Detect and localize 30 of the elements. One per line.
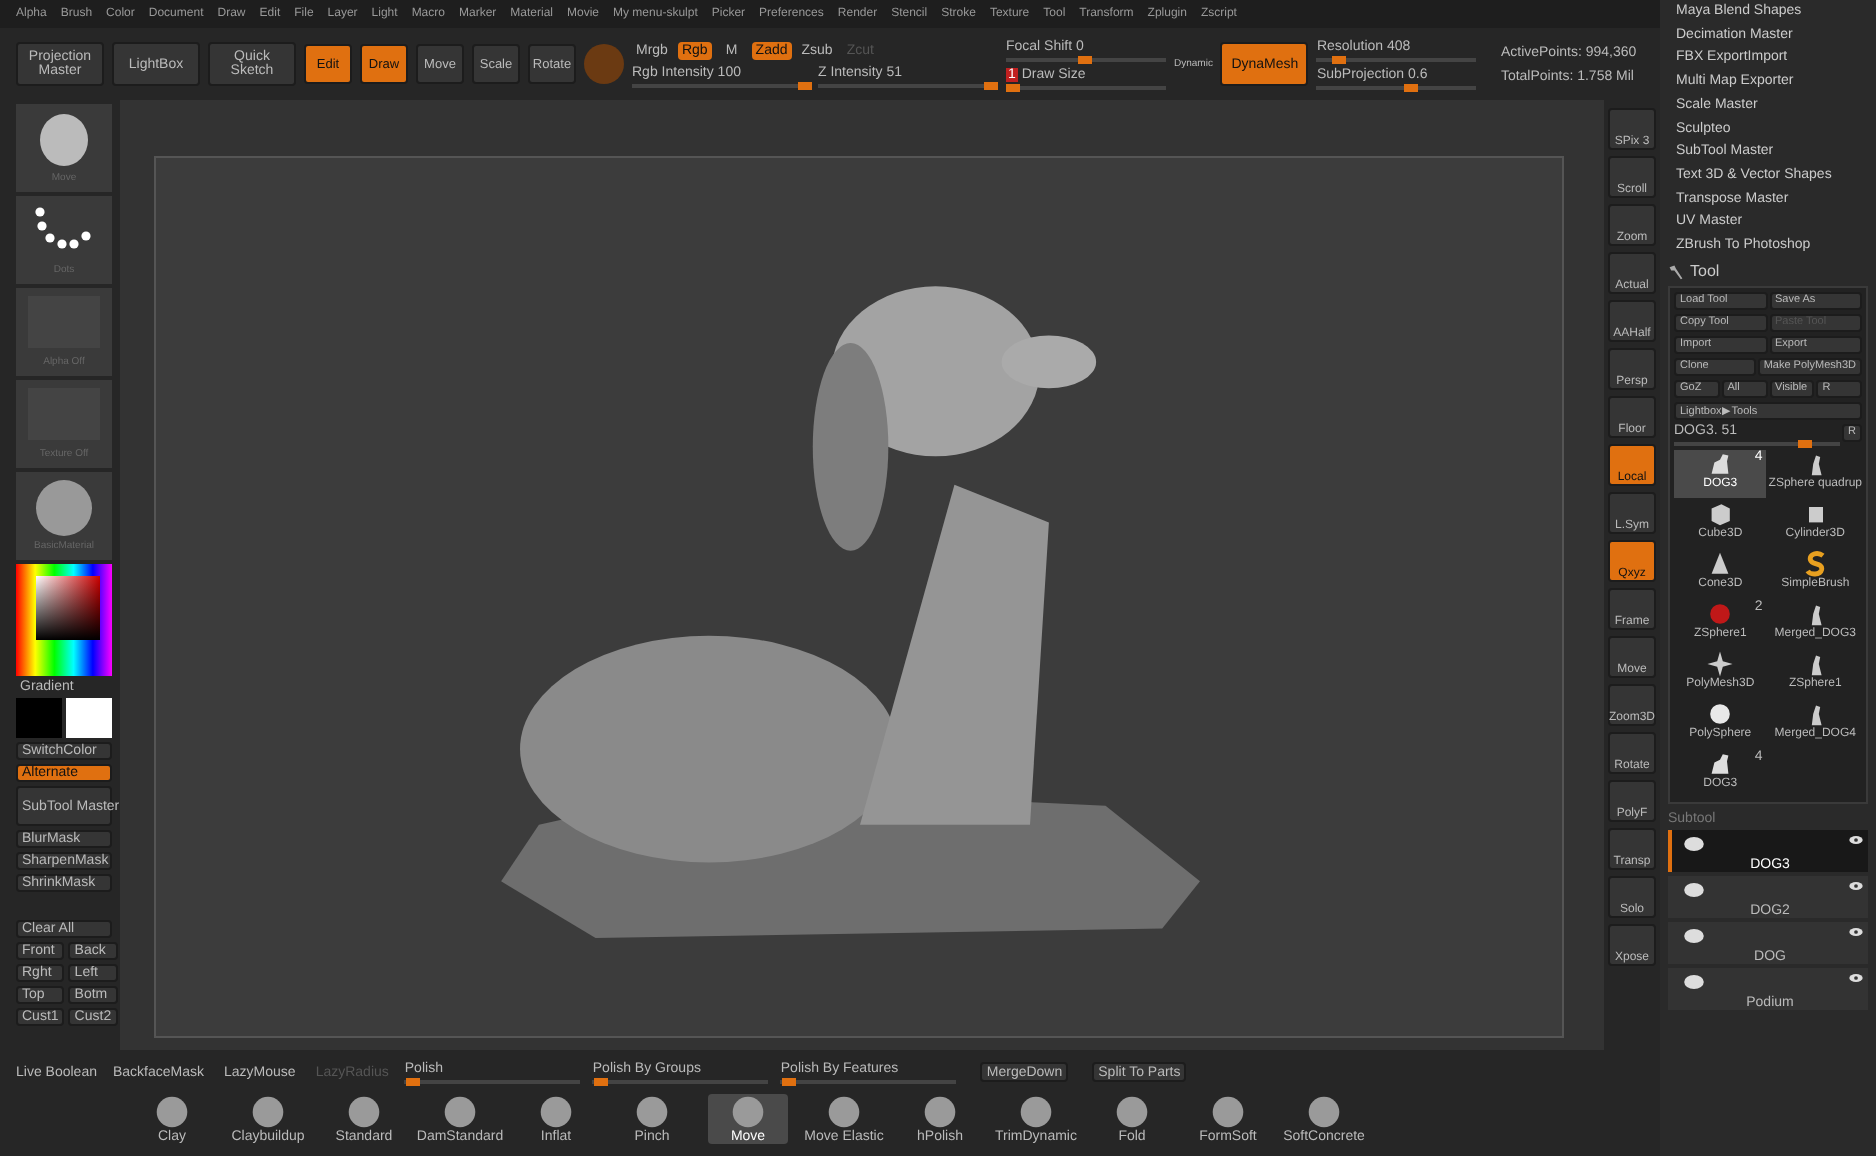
hammer-icon	[1668, 263, 1684, 280]
brush-sphere-icon	[1306, 1094, 1342, 1130]
star-icon	[1706, 649, 1735, 678]
brush-sphere-icon	[634, 1094, 670, 1130]
mesh-thumbnail-icon	[1680, 971, 1708, 992]
brush-sphere-icon	[538, 1094, 574, 1130]
brush-sphere-icon	[730, 1094, 766, 1130]
mesh-thumbnail-icon	[1680, 879, 1708, 900]
brush-sphere-icon	[922, 1094, 958, 1130]
eye-icon[interactable]	[1848, 879, 1864, 892]
mesh-thumbnail-icon	[1680, 925, 1708, 946]
mesh-thumbnail-icon	[1680, 833, 1708, 854]
color-swatch[interactable]	[584, 44, 624, 84]
s-shape-icon	[1801, 549, 1830, 578]
color-swatch[interactable]	[66, 698, 112, 738]
brush-sphere-icon	[442, 1094, 478, 1130]
brush-sphere-icon	[826, 1094, 862, 1130]
brush-sphere-icon	[1018, 1094, 1054, 1130]
tool-title: Tool	[1690, 262, 1720, 281]
color-swatch[interactable]	[16, 698, 62, 738]
eye-icon[interactable]	[1848, 925, 1864, 938]
color-picker[interactable]	[16, 564, 112, 676]
brush-sphere-icon	[1210, 1094, 1246, 1130]
brush-sphere-icon	[346, 1094, 382, 1130]
viewport[interactable]	[120, 100, 1604, 1050]
brush-sphere-icon	[1114, 1094, 1150, 1130]
eye-icon[interactable]	[1848, 833, 1864, 846]
eye-icon[interactable]	[1848, 971, 1864, 984]
brush-sphere-icon	[250, 1094, 286, 1130]
brush-sphere-icon	[154, 1094, 190, 1130]
